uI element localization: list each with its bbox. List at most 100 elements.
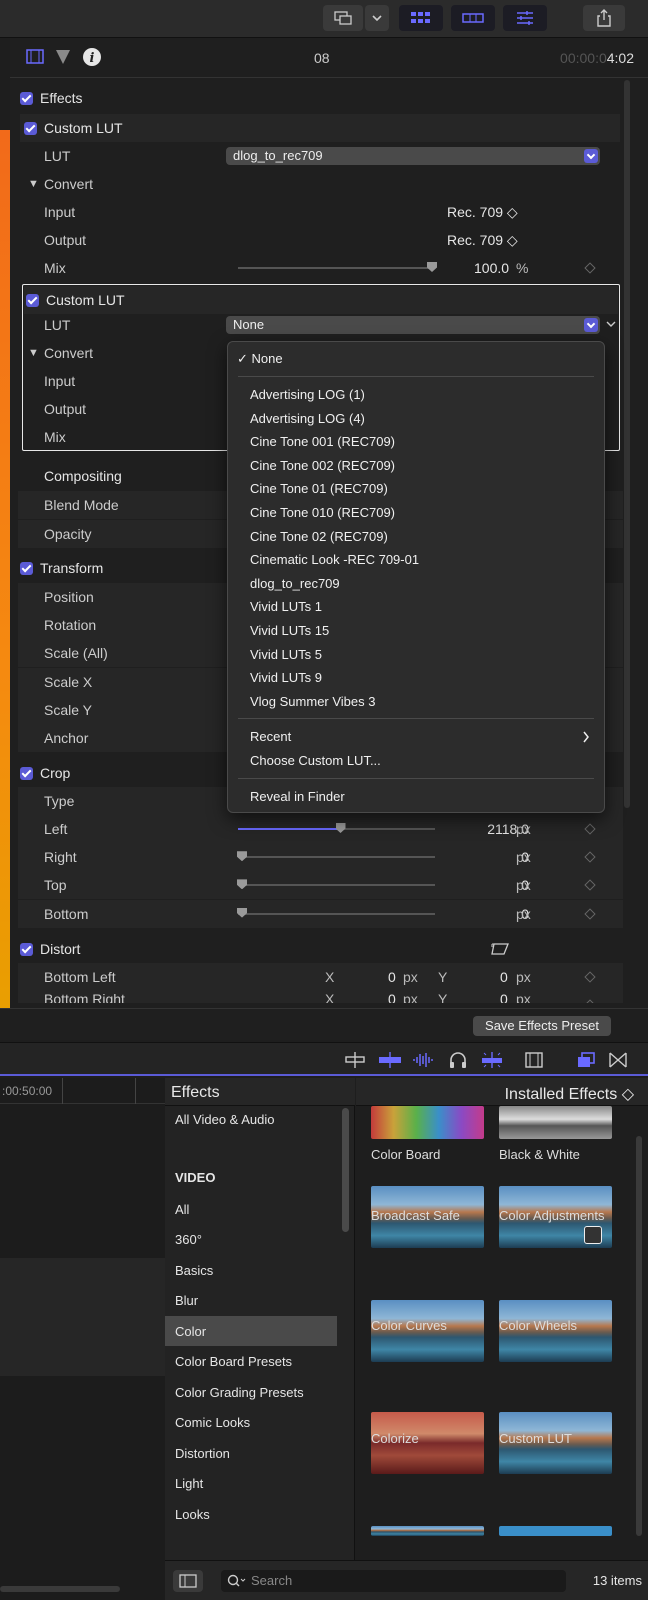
browser-search-bar: Search 13 items xyxy=(165,1560,648,1600)
lut1-mix-row: Mix 100.0 % xyxy=(10,254,615,282)
effects-section-header[interactable]: Effects xyxy=(20,84,620,112)
distort-onscreen-control-icon[interactable] xyxy=(490,942,510,956)
lut-menu-item[interactable]: Advertising LOG (4) xyxy=(250,411,365,426)
category-item[interactable]: 360° xyxy=(175,1232,202,1247)
lut2-checkbox[interactable] xyxy=(26,293,39,307)
display-button[interactable] xyxy=(323,5,363,31)
effect-thumbnail[interactable] xyxy=(371,1526,484,1536)
save-effects-preset-button[interactable]: Save Effects Preset xyxy=(473,1016,611,1036)
transform-checkbox[interactable] xyxy=(20,561,33,575)
sidebar-toggle-button[interactable] xyxy=(173,1570,203,1592)
keyframe-icon[interactable] xyxy=(584,262,596,274)
mix-slider-knob[interactable] xyxy=(427,262,437,272)
menu-item-reveal-in-finder[interactable]: Reveal in Finder xyxy=(250,789,345,804)
lut2-header[interactable]: Custom LUT xyxy=(24,286,618,314)
lut-menu-item[interactable]: Vivid LUTs 15 xyxy=(250,623,329,638)
keyframe-icon[interactable] xyxy=(584,823,596,835)
timeline-scrollbar[interactable] xyxy=(0,1586,120,1592)
lut-menu-item[interactable]: dlog_to_rec709 xyxy=(250,576,340,591)
menu-item-choose-custom-lut[interactable]: Choose Custom LUT... xyxy=(250,753,381,768)
share-button[interactable] xyxy=(583,5,625,31)
effects-checkbox[interactable] xyxy=(20,91,33,105)
menu-item-none[interactable]: ✓ None xyxy=(237,351,283,367)
video-only-icon[interactable] xyxy=(378,1051,402,1069)
timeline-toggle-button[interactable] xyxy=(451,5,495,31)
lut1-input-value[interactable]: Rec. 709 ◇ xyxy=(447,204,518,221)
lut1-convert-row[interactable]: ▼ Convert xyxy=(10,170,615,198)
lut1-header[interactable]: Custom LUT xyxy=(20,114,620,142)
category-item[interactable]: Color xyxy=(175,1324,206,1339)
category-item[interactable]: Comic Looks xyxy=(175,1415,250,1430)
headphones-icon[interactable] xyxy=(448,1051,468,1069)
filmstrip-icon[interactable] xyxy=(524,1051,544,1069)
inspector-toggle-button[interactable] xyxy=(503,5,547,31)
crop-slider-knob[interactable] xyxy=(237,879,247,890)
video-inspector-icon[interactable] xyxy=(26,48,44,66)
snapping-icon[interactable] xyxy=(480,1051,504,1069)
info-icon[interactable]: i xyxy=(82,47,102,67)
category-item[interactable]: Color Board Presets xyxy=(175,1354,292,1369)
lut1-output-value[interactable]: Rec. 709 ◇ xyxy=(447,232,518,249)
lut-dropdown-menu: ✓ None Advertising LOG (1) Advertising LO… xyxy=(227,341,605,813)
category-item[interactable]: Blur xyxy=(175,1293,198,1308)
audio-waveform-icon[interactable] xyxy=(412,1051,436,1069)
disclosure-triangle-icon[interactable]: ▼ xyxy=(28,347,39,359)
search-input[interactable]: Search xyxy=(221,1570,566,1592)
popup-arrow-icon xyxy=(584,318,598,332)
crop-checkbox[interactable] xyxy=(20,766,33,780)
effect-thumbnail[interactable] xyxy=(371,1106,484,1139)
keyframe-icon[interactable] xyxy=(584,851,596,863)
keyframe-icon[interactable] xyxy=(584,879,596,892)
keyframe-icon[interactable] xyxy=(584,971,596,983)
lut-menu-item[interactable]: Advertising LOG (1) xyxy=(250,387,365,402)
keyframe-icon[interactable] xyxy=(584,999,596,1004)
crop-slider-knob[interactable] xyxy=(237,851,247,862)
crop-row: Right 0 px xyxy=(18,843,623,872)
crop-slider[interactable] xyxy=(238,912,435,915)
crop-slider-knob[interactable] xyxy=(335,823,346,833)
distort-checkbox[interactable] xyxy=(20,942,33,956)
keyframe-icon[interactable] xyxy=(584,907,596,920)
lut-menu-item[interactable]: Cine Tone 001 (REC709) xyxy=(250,434,395,449)
category-item[interactable]: Basics xyxy=(175,1263,213,1278)
lut-menu-item[interactable]: Vivid LUTs 1 xyxy=(250,599,322,614)
installed-effects-dropdown[interactable]: Installed Effects ◇ xyxy=(505,1084,634,1104)
effect-thumbnail[interactable] xyxy=(499,1526,612,1536)
chevron-down-icon[interactable] xyxy=(606,320,616,328)
lut-menu-item[interactable]: Cine Tone 002 (REC709) xyxy=(250,458,395,473)
lut1-lut-popup[interactable]: dlog_to_rec709 xyxy=(226,147,600,165)
transitions-browser-icon[interactable] xyxy=(608,1051,628,1069)
lut-menu-item[interactable]: Cine Tone 01 (REC709) xyxy=(250,481,388,496)
crop-slider-knob[interactable] xyxy=(237,907,247,918)
category-item[interactable]: Color Grading Presets xyxy=(175,1385,304,1400)
category-item[interactable]: Distortion xyxy=(175,1446,230,1461)
mix-slider[interactable] xyxy=(238,267,434,269)
lut1-checkbox[interactable] xyxy=(24,121,37,135)
lut-menu-item[interactable]: Vivid LUTs 5 xyxy=(250,647,322,662)
grid-scrollbar[interactable] xyxy=(636,1136,642,1536)
category-item[interactable]: All Video & Audio xyxy=(175,1112,275,1127)
sidebar-scrollbar[interactable] xyxy=(342,1108,349,1232)
crop-slider[interactable] xyxy=(238,884,435,887)
effect-thumbnail[interactable] xyxy=(499,1106,612,1139)
lut-menu-item[interactable]: Cine Tone 02 (REC709) xyxy=(250,529,388,544)
display-options-button[interactable] xyxy=(365,5,389,31)
browser-toggle-button[interactable] xyxy=(399,5,443,31)
distort-header[interactable]: Distort xyxy=(20,935,620,963)
crop-slider[interactable] xyxy=(238,856,435,859)
timecode: 00:00:04:02 xyxy=(560,50,634,66)
inspector-scrollbar[interactable] xyxy=(624,80,630,808)
lut-menu-item[interactable]: Cine Tone 010 (REC709) xyxy=(250,505,395,520)
lut-menu-item[interactable]: Cinematic Look -REC 709-01 xyxy=(250,552,419,567)
lut2-lut-popup[interactable]: None xyxy=(226,316,600,334)
effects-browser-icon[interactable] xyxy=(576,1051,596,1069)
category-item[interactable]: Looks xyxy=(175,1507,210,1522)
clip-appearance-icon[interactable] xyxy=(344,1051,366,1069)
disclosure-triangle-icon[interactable]: ▼ xyxy=(28,178,39,190)
menu-item-recent[interactable]: Recent xyxy=(250,729,291,744)
color-inspector-icon[interactable] xyxy=(54,48,72,66)
lut-menu-item[interactable]: Vlog Summer Vibes 3 xyxy=(250,694,376,709)
category-item[interactable]: All xyxy=(175,1202,189,1217)
category-item[interactable]: Light xyxy=(175,1476,203,1491)
lut-menu-item[interactable]: Vivid LUTs 9 xyxy=(250,670,322,685)
